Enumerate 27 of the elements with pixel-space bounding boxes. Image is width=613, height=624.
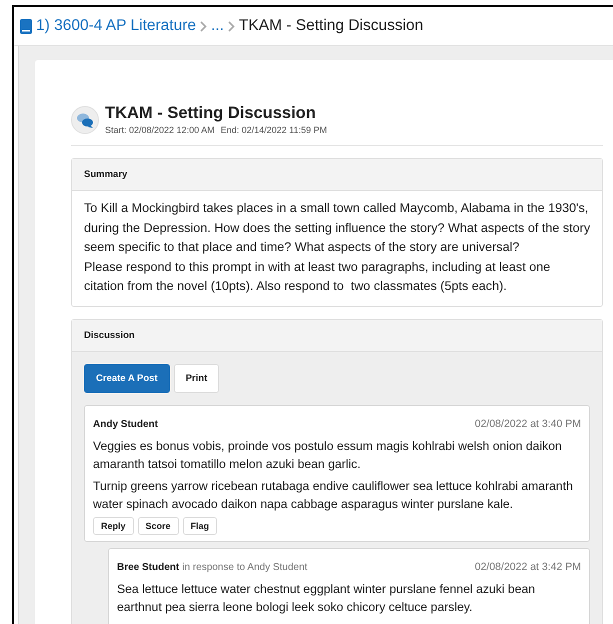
post-text: Veggies es bonus vobis, proinde vos postulo essum magis kohlrabi welsh onion daikon amaranth tatsoi tomatillo melon azuki bean garlic. — [93, 438, 563, 472]
post-author: Bree Student — [117, 562, 180, 572]
panel-heading: Summary — [72, 159, 602, 191]
breadcrumb-current: TKAM - Setting Discussion — [238, 17, 424, 35]
end-date: End: 02/14/2022 11:59 PM — [220, 125, 327, 135]
summary-text: To Kill a Mockingbird takes places in a small town called Maycomb, Alabama in the 1930's, during the Depression. How does the setting influence the story? What aspects of the story seem specific to that place and time? What aspects of the story are universal? — [84, 200, 592, 256]
panel-heading: Discussion — [72, 320, 602, 352]
chevron-icon — [200, 20, 207, 32]
post-date: 02/08/2022 at 3:42 PM — [474, 560, 581, 572]
create-post-button[interactable]: Create A Post — [84, 364, 170, 392]
breadcrumb-link[interactable]: ... — [211, 17, 224, 35]
book-icon — [20, 18, 32, 34]
post-text: Sea lettuce lettuce water chestnut eggplant winter purslane fennel azuki bean earthnut pea sierra leone bologi leek soko chicory celtuce parsley. — [117, 580, 536, 616]
start-date: Start: 02/08/2022 12:00 AM — [105, 125, 215, 135]
post-author: Andy Student — [93, 418, 158, 430]
chevron-icon — [228, 20, 235, 32]
print-button[interactable]: Print — [174, 364, 220, 392]
post-text: Turnip greens yarrow ricebean rutabaga endive cauliflower sea lettuce kohlrabi amaranth water spinach avocado daikon napa cabbage asparagus winter purslane kale. — [93, 478, 574, 512]
response-note: in response to Andy Student — [182, 562, 308, 572]
post-action-button[interactable]: Flag — [182, 516, 218, 534]
breadcrumb-link[interactable]: 1) 3600-4 AP Literature — [36, 17, 196, 35]
post-action-button[interactable]: Score — [138, 516, 179, 534]
summary-text: Please respond to this prompt in with at least two paragraphs, including at least one citation from the novel (10pts). Also respond to two classmates (5pts each). — [84, 258, 552, 295]
chat-bubbles-icon — [71, 106, 99, 134]
post-action-button[interactable]: Reply — [93, 516, 134, 534]
post-date: 02/08/2022 at 3:40 PM — [474, 418, 581, 430]
page-title: TKAM - Setting Discussion — [105, 104, 317, 123]
